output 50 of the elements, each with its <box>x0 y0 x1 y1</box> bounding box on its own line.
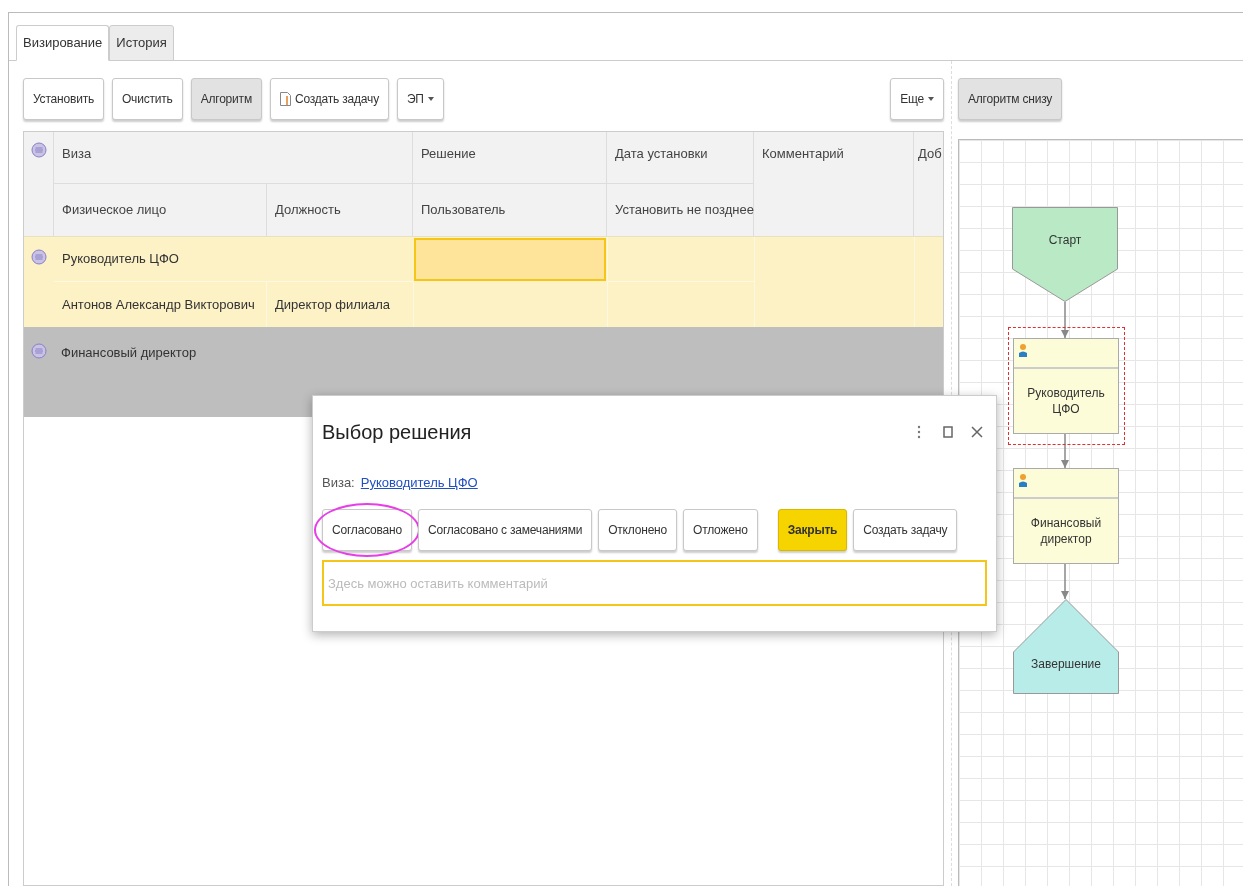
column-header: Решение <box>413 132 607 184</box>
node-label: Руководитель ЦФО <box>1026 385 1106 417</box>
document-icon <box>279 92 291 106</box>
column-header: Дата установки <box>607 132 754 184</box>
toolbar-button[interactable]: Установить <box>23 78 104 120</box>
more-vertical-icon[interactable] <box>917 425 921 439</box>
algorithm-toggle-button[interactable]: Алгоритм снизу <box>958 78 1063 120</box>
column-header: Доб <box>917 145 943 163</box>
node-label: Финансовый директор <box>1029 515 1103 547</box>
connector-arrow <box>1061 433 1069 469</box>
node-label: Завершение <box>1030 656 1102 673</box>
selected-cell[interactable] <box>414 238 606 281</box>
group-icon <box>30 142 47 158</box>
connector-arrow <box>1061 301 1069 339</box>
column-header: Виза <box>54 132 413 184</box>
decision-button[interactable]: Согласовано с замечаниями <box>417 509 593 551</box>
table-cell: Руководитель ЦФО <box>54 237 413 282</box>
end-node[interactable] <box>1013 599 1119 694</box>
person-icon <box>1018 343 1028 357</box>
table-cell-text: Финансовый директор <box>61 344 197 362</box>
tab[interactable]: Визирование <box>16 25 110 61</box>
toolbar-button[interactable]: Очистить <box>112 78 183 120</box>
decision-button[interactable]: Отклонено <box>598 509 677 551</box>
decision-button[interactable]: Закрыть <box>777 509 848 551</box>
more-button[interactable]: Еще <box>890 78 944 120</box>
toolbar-button[interactable]: Создать задачу <box>269 78 389 120</box>
decision-button[interactable]: Согласовано <box>322 509 412 551</box>
visa-label: Виза: <box>322 474 355 493</box>
toolbar-button[interactable]: Алгоритм <box>190 78 262 120</box>
decision-button[interactable]: Отложено <box>683 509 758 551</box>
caret-icon <box>928 97 934 101</box>
tab[interactable]: История <box>109 25 174 61</box>
maximize-icon[interactable] <box>943 426 953 438</box>
node-label: Старт <box>1047 232 1083 249</box>
table-cell-text: Директор филиала <box>274 295 392 314</box>
person-icon <box>1018 473 1028 487</box>
caret-icon <box>427 97 434 101</box>
visa-link[interactable]: Руководитель ЦФО <box>360 473 478 493</box>
dialog-title: Выбор решения <box>322 420 473 445</box>
comment-field[interactable]: Здесь можно оставить комментарий <box>322 560 987 606</box>
table-row[interactable]: Руководитель ЦФО Антонов Александр Викторович Директор филиала <box>24 236 943 327</box>
task-node[interactable]: Финансовый директор <box>1013 468 1119 564</box>
group-icon <box>31 249 47 265</box>
connector-arrow <box>1061 563 1069 600</box>
start-node[interactable] <box>1012 207 1118 302</box>
decision-button[interactable]: Создать задачу <box>853 509 958 551</box>
close-icon[interactable] <box>971 426 983 438</box>
task-node[interactable]: Руководитель ЦФО <box>1013 338 1119 434</box>
toolbar-button[interactable]: ЭП <box>396 78 444 120</box>
group-icon <box>31 343 47 359</box>
